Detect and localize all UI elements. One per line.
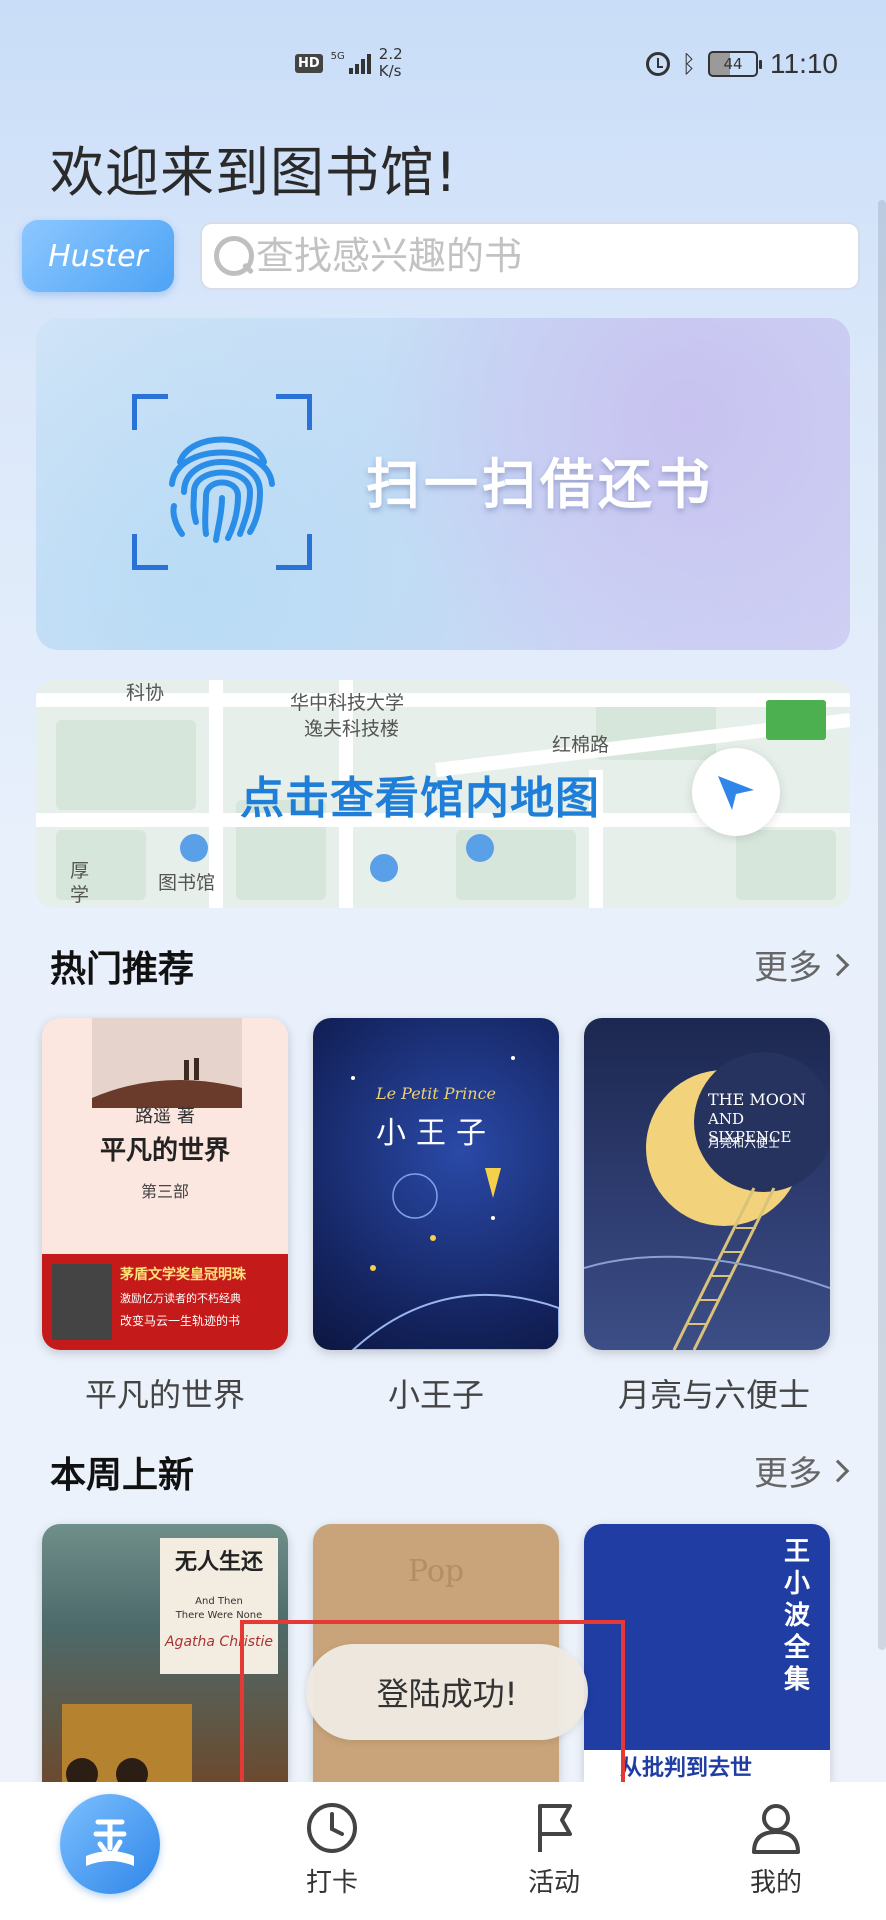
search-icon [208, 232, 256, 280]
home-book-icon[interactable] [60, 1794, 160, 1894]
cover-illustration [351, 1056, 559, 1350]
status-time: 11:10 [770, 48, 838, 79]
map-place-label: 红棉路 [552, 734, 610, 756]
clock-icon [307, 1803, 357, 1853]
navigation-arrow-icon [718, 776, 754, 810]
cover-illustration [92, 1058, 242, 1108]
book-card-moon-sixpence[interactable]: THE MOON AND SIXPENCE 月亮和六便士 [584, 1018, 830, 1350]
book-title[interactable]: 月亮与六便士 [584, 1370, 844, 1416]
battery-icon: 44 [708, 51, 762, 77]
map-place-label: 厚 [70, 860, 90, 882]
user-chip[interactable]: Huster [22, 220, 174, 292]
signal-icon: 5G [331, 52, 371, 74]
cover-illustration [584, 1052, 830, 1350]
map-place-label: 逸夫科技楼 [304, 718, 400, 740]
map-place-label: 图书馆 [158, 872, 216, 894]
navigate-button[interactable] [692, 748, 780, 836]
status-right: ᛒ 44 11:10 [645, 48, 838, 80]
flag-icon [538, 1804, 572, 1852]
new-more-link[interactable]: 更多 [754, 1446, 850, 1495]
page-title: 欢迎来到图书馆! [50, 141, 458, 204]
net-speed: 2.2 K/s [378, 45, 403, 80]
search-box[interactable] [200, 222, 860, 290]
chevron-right-icon [826, 1459, 850, 1482]
book-logo-icon [86, 1819, 134, 1866]
map-place-label: 华中科技大学 [290, 692, 405, 714]
book-title[interactable]: 小王子 [313, 1370, 559, 1416]
highlight-box [240, 1620, 625, 1786]
library-map-banner[interactable]: 科协 华中科技大学 逸夫科技楼 红棉路 图书馆 厚 学 点击查看馆内地图 [36, 680, 850, 908]
map-place-label: 科协 [126, 682, 165, 704]
fingerprint-icon [169, 436, 275, 543]
book-card-little-prince[interactable]: Le Petit Prince 小王子 [313, 1018, 559, 1350]
hot-section-title: 热门推荐 [50, 949, 195, 990]
nav-checkin[interactable]: 打卡 [272, 1800, 392, 1899]
status-left: HD 5G 2.2 K/s [295, 46, 403, 80]
nav-profile[interactable]: 我的 [716, 1800, 836, 1899]
scan-banner-label: 扫一扫借还书 [366, 453, 714, 516]
book-card-pingfan[interactable]: 路遥 著 平凡的世界 第三部 茅盾文学奖皇冠明珠 激励亿万读者的不朽经典 改变马… [42, 1018, 288, 1350]
status-bar: HD 5G 2.2 K/s ᛒ 44 11:10 [0, 40, 886, 90]
scan-frame [132, 394, 312, 570]
nav-activity[interactable]: 活动 [494, 1800, 614, 1899]
scan-borrow-banner[interactable]: 扫一扫借还书 [36, 318, 850, 650]
bottom-nav: 打卡 活动 我的 [0, 1782, 886, 1920]
hd-badge: HD [295, 53, 323, 73]
book-title[interactable]: 平凡的世界 [35, 1370, 295, 1416]
alarm-icon [645, 52, 670, 76]
map-place-label: 学 [70, 884, 90, 906]
search-input[interactable] [256, 234, 836, 278]
scrollbar[interactable] [878, 200, 886, 1650]
hot-more-link[interactable]: 更多 [754, 940, 850, 989]
new-section-title: 本周上新 [50, 1455, 195, 1496]
bluetooth-icon: ᛒ [681, 50, 696, 78]
map-banner-label: 点击查看馆内地图 [240, 773, 600, 824]
user-icon [752, 1804, 800, 1854]
chevron-right-icon [826, 953, 850, 976]
